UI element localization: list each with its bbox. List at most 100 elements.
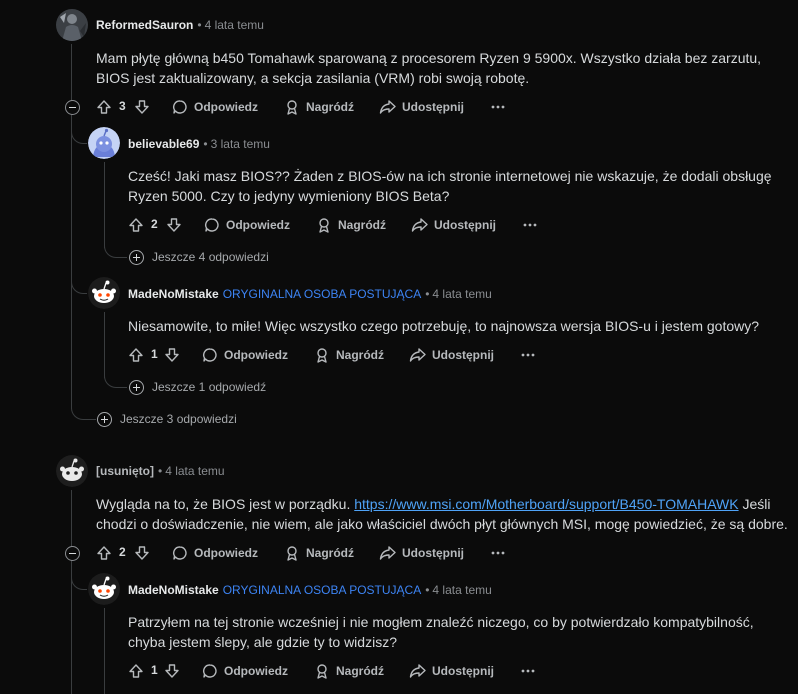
action-bar: 3 Odpowiedz Nagródź Udostępnij: [96, 97, 516, 117]
timestamp[interactable]: 4 lata temu: [432, 287, 491, 301]
arrow-up-icon: [129, 348, 143, 362]
avatar[interactable]: [88, 127, 120, 159]
share-button[interactable]: Udostępnij: [411, 215, 496, 235]
comment-body: Mam płytę główną b450 Tomahawk sparowaną…: [96, 50, 762, 86]
share-label: Udostępnij: [432, 348, 494, 362]
reply-button[interactable]: Odpowiedz: [202, 661, 288, 681]
username[interactable]: MadeNoMistake: [128, 583, 219, 597]
reply-label: Odpowiedz: [224, 348, 288, 362]
comment-header: believable69 • 3 lata temu: [128, 136, 270, 152]
avatar[interactable]: [56, 455, 88, 487]
award-label: Nagródź: [336, 664, 384, 678]
timestamp[interactable]: 4 lata temu: [432, 583, 491, 597]
more-replies-button[interactable]: Jeszcze 4 odpowiedzi: [129, 249, 269, 265]
separator-dot: •: [425, 583, 430, 597]
op-badge: ORYGINALNA OSOBA POSTUJĄCA: [222, 583, 422, 597]
reply-label: Odpowiedz: [224, 664, 288, 678]
msi-support-link[interactable]: https://www.msi.com/Motherboard/support/…: [354, 496, 738, 512]
plus-circle-icon: [129, 379, 144, 395]
downvote-button[interactable]: [166, 215, 182, 235]
comment-header: MadeNoMistake ORYGINALNA OSOBA POSTUJĄCA •…: [128, 286, 492, 302]
downvote-button[interactable]: [164, 661, 180, 681]
upvote-button[interactable]: [128, 345, 144, 365]
reply-label: Odpowiedz: [194, 100, 258, 114]
username[interactable]: ReformedSauron: [96, 18, 193, 32]
collapse-button[interactable]: [65, 100, 80, 115]
reply-label: Odpowiedz: [226, 218, 290, 232]
more-options-button[interactable]: [520, 661, 536, 681]
separator-dot: •: [158, 464, 163, 478]
reply-label: Odpowiedz: [194, 546, 258, 560]
award-icon: [319, 218, 329, 233]
score: 3: [119, 99, 126, 113]
award-button[interactable]: Nagródź: [314, 345, 384, 365]
comment-header: ReformedSauron • 4 lata temu: [96, 17, 264, 33]
thread-branch: [104, 238, 127, 258]
more-options-button[interactable]: [522, 215, 538, 235]
thread-branch: [71, 120, 87, 144]
more-options-button[interactable]: [520, 345, 536, 365]
separator-dot: •: [203, 137, 208, 151]
share-label: Udostępnij: [402, 546, 464, 560]
award-icon: [287, 100, 297, 115]
action-bar: 1 Odpowiedz Nagródź Udostępnij: [128, 345, 548, 365]
collapse-button[interactable]: [65, 546, 80, 561]
reply-button[interactable]: Odpowiedz: [204, 215, 290, 235]
separator-dot: •: [197, 18, 202, 32]
share-button[interactable]: Udostępnij: [379, 543, 464, 563]
share-label: Udostępnij: [432, 664, 494, 678]
share-label: Udostępnij: [402, 100, 464, 114]
share-button[interactable]: Udostępnij: [379, 97, 464, 117]
more-horizontal-icon: [521, 353, 535, 357]
upvote-button[interactable]: [96, 97, 112, 117]
plus-circle-icon: [129, 249, 144, 265]
upvote-button[interactable]: [128, 661, 144, 681]
reply-button[interactable]: Odpowiedz: [202, 345, 288, 365]
action-bar: 1 Odpowiedz Nagródź Udostępnij: [128, 661, 548, 681]
thread-line: [104, 162, 105, 248]
avatar[interactable]: [88, 277, 120, 309]
more-replies-button[interactable]: Jeszcze 1 odpowiedź: [129, 379, 266, 395]
award-button[interactable]: Nagródź: [314, 661, 384, 681]
avatar[interactable]: [88, 573, 120, 605]
reply-button[interactable]: Odpowiedz: [172, 97, 258, 117]
share-button[interactable]: Udostępnij: [409, 345, 494, 365]
award-button[interactable]: Nagródź: [284, 543, 354, 563]
more-options-button[interactable]: [490, 543, 506, 563]
username[interactable]: believable69: [128, 137, 199, 151]
thread-line: [71, 44, 72, 409]
award-button[interactable]: Nagródź: [316, 215, 386, 235]
comment-bubble-icon: [205, 218, 219, 232]
reply-button[interactable]: Odpowiedz: [172, 543, 258, 563]
separator-dot: •: [425, 287, 430, 301]
more-replies-button[interactable]: Jeszcze 3 odpowiedzi: [97, 411, 237, 427]
share-icon: [379, 546, 396, 560]
thread-branch: [71, 566, 87, 590]
downvote-button[interactable]: [134, 97, 150, 117]
share-button[interactable]: Udostępnij: [409, 661, 494, 681]
comment-bubble-icon: [173, 100, 187, 114]
comment-text: Wygląda na to, że BIOS jest w porządku.: [96, 496, 351, 512]
timestamp[interactable]: 4 lata temu: [205, 18, 264, 32]
score: 2: [119, 545, 126, 559]
score: 1: [151, 347, 158, 361]
timestamp[interactable]: 3 lata temu: [211, 137, 270, 151]
comment-header: MadeNoMistake ORYGINALNA OSOBA POSTUJĄCA •…: [128, 582, 492, 598]
thread-branch: [104, 368, 127, 388]
timestamp[interactable]: 4 lata temu: [165, 464, 224, 478]
award-icon: [287, 546, 297, 561]
more-options-button[interactable]: [490, 97, 506, 117]
upvote-button[interactable]: [128, 215, 144, 235]
share-icon: [409, 664, 426, 678]
username[interactable]: MadeNoMistake: [128, 287, 219, 301]
award-button[interactable]: Nagródź: [284, 97, 354, 117]
downvote-button[interactable]: [134, 543, 150, 563]
avatar[interactable]: [56, 9, 88, 41]
downvote-button[interactable]: [164, 345, 180, 365]
score: 1: [151, 663, 158, 677]
upvote-button[interactable]: [96, 543, 112, 563]
comment-body: Patrzyłem na tej stronie wcześniej i nie…: [128, 614, 754, 650]
award-icon: [317, 664, 327, 679]
more-horizontal-icon: [491, 551, 505, 555]
more-replies-label: Jeszcze 3 odpowiedzi: [120, 412, 237, 426]
